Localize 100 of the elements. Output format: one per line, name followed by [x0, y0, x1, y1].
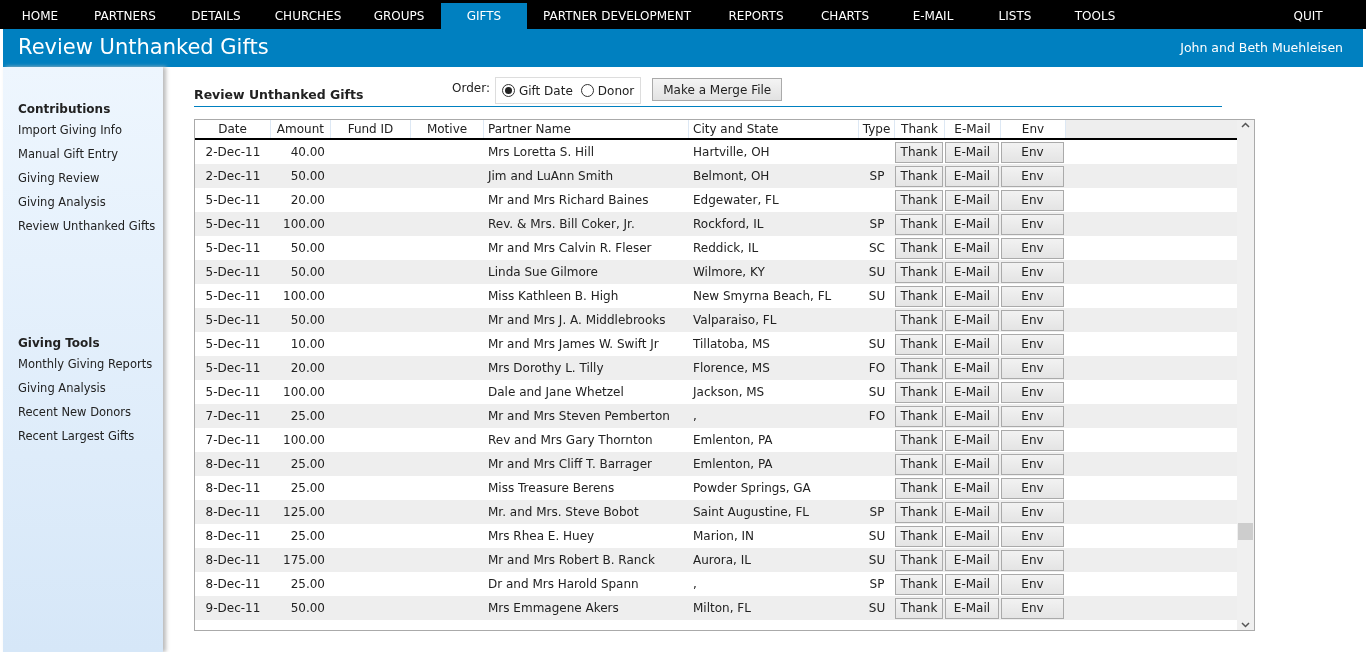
- email-button[interactable]: E-Mail: [945, 165, 999, 187]
- thank-button[interactable]: Thank: [895, 213, 943, 235]
- table-cell-text: SP: [868, 216, 886, 233]
- email-button[interactable]: E-Mail: [945, 141, 999, 163]
- envelope-button[interactable]: Env: [1001, 405, 1064, 427]
- envelope-button[interactable]: Env: [1001, 357, 1064, 379]
- thank-button[interactable]: Thank: [895, 261, 943, 283]
- thank-button[interactable]: Thank: [895, 525, 943, 547]
- thank-button[interactable]: Thank: [895, 549, 943, 571]
- thank-button[interactable]: Thank: [895, 357, 943, 379]
- sidebar-link[interactable]: Manual Gift Entry: [18, 142, 163, 166]
- table-cell-text: Mr and Mrs James W. Swift Jr: [487, 336, 660, 353]
- email-button[interactable]: E-Mail: [945, 429, 999, 451]
- sidebar-link[interactable]: Recent New Donors: [18, 400, 163, 424]
- column-header: Partner Name: [484, 120, 689, 138]
- email-button[interactable]: E-Mail: [945, 525, 999, 547]
- sidebar-link[interactable]: Giving Review: [18, 166, 163, 190]
- envelope-button[interactable]: Env: [1001, 141, 1064, 163]
- envelope-button[interactable]: Env: [1001, 597, 1064, 619]
- email-button[interactable]: E-Mail: [945, 213, 999, 235]
- table-cell-text: SU: [867, 600, 887, 617]
- thank-button[interactable]: Thank: [895, 501, 943, 523]
- email-button[interactable]: E-Mail: [945, 381, 999, 403]
- email-button[interactable]: E-Mail: [945, 573, 999, 595]
- thank-button[interactable]: Thank: [895, 453, 943, 475]
- table-cell-text: 5-Dec-11: [204, 240, 262, 257]
- thank-button[interactable]: Thank: [895, 141, 943, 163]
- envelope-button[interactable]: Env: [1001, 285, 1064, 307]
- radio-button[interactable]: [580, 84, 594, 97]
- thank-button[interactable]: Thank: [895, 165, 943, 187]
- email-button[interactable]: E-Mail: [945, 237, 999, 259]
- thank-button[interactable]: Thank: [895, 381, 943, 403]
- table-cell-text: Mr. and Mrs. Steve Bobot: [487, 504, 640, 521]
- thank-button[interactable]: Thank: [895, 573, 943, 595]
- table-cell-text: 7-Dec-11: [204, 432, 262, 449]
- radio-label[interactable]: Gift Date: [518, 81, 573, 100]
- table-cell-text: 8-Dec-11: [204, 576, 262, 593]
- quit-tab[interactable]: QUIT: [1263, 3, 1353, 29]
- email-button[interactable]: E-Mail: [945, 309, 999, 331]
- thank-button[interactable]: Thank: [895, 237, 943, 259]
- thank-button[interactable]: Thank: [895, 309, 943, 331]
- scroll-thumb[interactable]: [1238, 523, 1253, 540]
- table-cell-text: 5-Dec-11: [204, 336, 262, 353]
- envelope-button[interactable]: Env: [1001, 573, 1064, 595]
- table-cell-text: Mr and Mrs Calvin R. Fleser: [487, 240, 653, 257]
- email-button[interactable]: E-Mail: [945, 597, 999, 619]
- thank-button[interactable]: Thank: [895, 189, 943, 211]
- envelope-button[interactable]: Env: [1001, 189, 1064, 211]
- sidebar-link[interactable]: Giving Analysis: [18, 376, 163, 400]
- radio-label[interactable]: Donor: [597, 81, 635, 100]
- email-button[interactable]: E-Mail: [945, 501, 999, 523]
- envelope-button[interactable]: Env: [1001, 165, 1064, 187]
- page-title: Review Unthanked Gifts: [18, 34, 269, 62]
- email-button[interactable]: E-Mail: [945, 333, 999, 355]
- envelope-button[interactable]: Env: [1001, 333, 1064, 355]
- envelope-button[interactable]: Env: [1001, 237, 1064, 259]
- thank-button[interactable]: Thank: [895, 477, 943, 499]
- envelope-button[interactable]: Env: [1001, 213, 1064, 235]
- email-button[interactable]: E-Mail: [945, 477, 999, 499]
- envelope-button[interactable]: Env: [1001, 261, 1064, 283]
- table-cell-text: 8-Dec-11: [204, 552, 262, 569]
- envelope-button[interactable]: Env: [1001, 549, 1064, 571]
- envelope-button[interactable]: Env: [1001, 453, 1064, 475]
- scrollbar[interactable]: [1237, 120, 1254, 630]
- sidebar-link[interactable]: Recent Largest Gifts: [18, 424, 163, 448]
- column-header: Motive: [411, 120, 484, 138]
- table-cell-text: Mrs Loretta S. Hill: [487, 144, 596, 161]
- thank-button[interactable]: Thank: [895, 405, 943, 427]
- table-cell-text: Mr and Mrs Robert B. Ranck: [487, 552, 656, 569]
- email-button[interactable]: E-Mail: [945, 357, 999, 379]
- sidebar-link[interactable]: Import Giving Info: [18, 118, 163, 142]
- thank-button[interactable]: Thank: [895, 429, 943, 451]
- envelope-button[interactable]: Env: [1001, 429, 1064, 451]
- scroll-up-icon[interactable]: [1241, 122, 1250, 128]
- email-button[interactable]: E-Mail: [945, 453, 999, 475]
- email-button[interactable]: E-Mail: [945, 549, 999, 571]
- envelope-button[interactable]: Env: [1001, 381, 1064, 403]
- table-cell-text: FO: [867, 360, 887, 377]
- table-cell-text: SU: [867, 384, 887, 401]
- email-button[interactable]: E-Mail: [945, 189, 999, 211]
- email-button[interactable]: E-Mail: [945, 405, 999, 427]
- envelope-button[interactable]: Env: [1001, 477, 1064, 499]
- nav-tab[interactable]: GIFTS: [441, 3, 527, 29]
- thank-button[interactable]: Thank: [895, 333, 943, 355]
- sidebar-link[interactable]: Monthly Giving Reports: [18, 352, 163, 376]
- thank-button[interactable]: Thank: [895, 285, 943, 307]
- table-cell-text: 25.00: [289, 528, 326, 545]
- envelope-button[interactable]: Env: [1001, 501, 1064, 523]
- envelope-button[interactable]: Env: [1001, 309, 1064, 331]
- merge-file-button[interactable]: Make a Merge File: [652, 78, 783, 101]
- thank-button[interactable]: Thank: [895, 597, 943, 619]
- envelope-button[interactable]: Env: [1001, 525, 1064, 547]
- sidebar-link[interactable]: Giving Analysis: [18, 190, 163, 214]
- scroll-down-icon[interactable]: [1241, 622, 1250, 628]
- email-button[interactable]: E-Mail: [945, 285, 999, 307]
- table-cell-text: SP: [868, 504, 886, 521]
- radio-button[interactable]: [501, 84, 515, 97]
- table-cell-text: Saint Augustine, FL: [692, 504, 810, 521]
- email-button[interactable]: E-Mail: [945, 261, 999, 283]
- sidebar-link[interactable]: Review Unthanked Gifts: [18, 214, 163, 238]
